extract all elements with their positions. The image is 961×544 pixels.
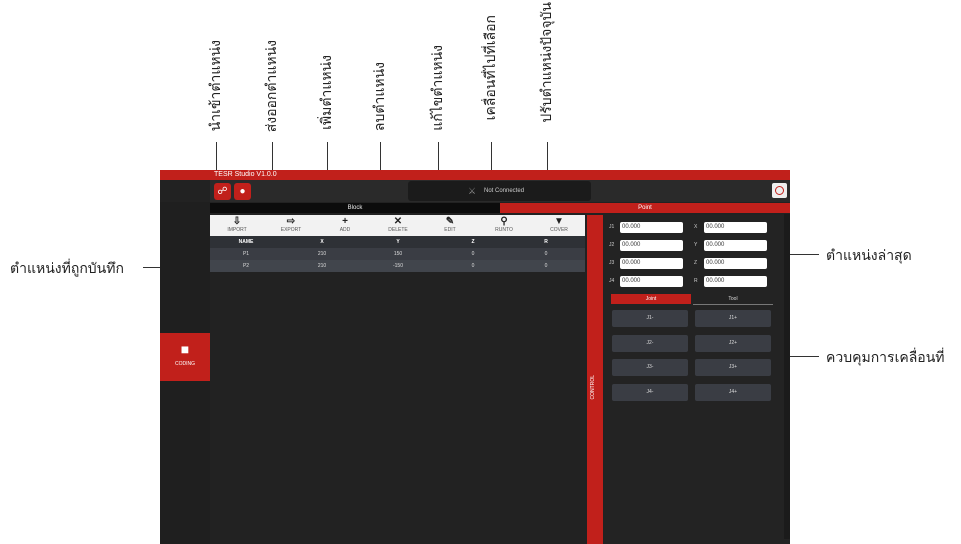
j3-plus-button[interactable]: J3+ (695, 359, 771, 376)
tab-tool[interactable]: Tool (693, 294, 773, 305)
runto-button[interactable]: ⚲ RUNTO (480, 216, 528, 233)
annotation-edit: แก้ไขตำแหน่ง (430, 45, 446, 131)
z-field[interactable]: 00.000 (704, 258, 767, 269)
table-cell: 150 (393, 251, 403, 257)
j2-minus-button[interactable]: J2- (612, 335, 688, 352)
table-cell: -150 (392, 263, 403, 269)
j4-label: J4 (609, 278, 615, 284)
j4-minus-button[interactable]: J4- (612, 384, 688, 401)
connection-status: ⚔ Not Connected (408, 181, 591, 201)
j1-minus-button[interactable]: J1- (612, 310, 688, 327)
j1-plus-button[interactable]: J1+ (695, 310, 771, 327)
j3-label: J3 (609, 260, 615, 266)
robot-arm-icon: ⚔ (468, 186, 477, 196)
app-window: TESR Studio V1.0.0 ☍ ● ⚔ Not Connected ■… (160, 170, 790, 544)
table-cell: P2 (242, 263, 250, 269)
r-label: R (694, 278, 698, 284)
control-sidebar: CONTROL (587, 215, 603, 544)
table-cell: 0 (471, 263, 475, 269)
pin-icon: ⚲ (500, 216, 508, 227)
action-bar: ⇩ IMPORT ⇨ EXPORT + ADD ✕ DELETE ✎ EDIT ⚲ RUNT… (210, 215, 585, 236)
scrollbar[interactable] (784, 214, 790, 539)
table-cell: 0 (544, 251, 548, 257)
point-header: Point (500, 203, 790, 213)
plus-icon: + (342, 216, 348, 227)
annotation-import: นำเข้าตำแหน่ง (208, 40, 224, 132)
bulb-button[interactable]: ● (234, 183, 251, 200)
j4-plus-button[interactable]: J4+ (695, 384, 771, 401)
close-icon: ✕ (393, 216, 403, 227)
annotation-export: ส่งออกตำแหน่ง (264, 40, 280, 133)
j2-field[interactable]: 00.000 (620, 240, 683, 251)
y-field[interactable]: 00.000 (704, 240, 767, 251)
annotation-cover: ปรับตำแหน่งปัจจุบัน (539, 2, 555, 123)
table-row[interactable]: P2 210 -150 0 0 (210, 260, 585, 272)
status-text: Not Connected (484, 188, 525, 194)
j1-field[interactable]: 00.000 (620, 222, 683, 233)
annotation-runto: เคลื่อนที่ไปที่เลือก (483, 15, 499, 121)
import-icon: ⇩ (232, 216, 242, 227)
coding-button[interactable]: ■ CODING (160, 333, 210, 381)
column-header: Y (396, 239, 400, 245)
tab-joint[interactable]: Joint (611, 294, 691, 304)
annotation-motion-control: ควบคุมการเคลื่อนที่ (826, 350, 945, 366)
x-label: X (694, 224, 698, 230)
j3-field[interactable]: 00.000 (620, 258, 683, 269)
app-title: TESR Studio V1.0.0 (214, 171, 277, 178)
y-label: Y (694, 242, 698, 248)
stop-icon (775, 186, 784, 195)
title-bar: TESR Studio V1.0.0 (160, 170, 790, 180)
table-cell: 0 (544, 263, 548, 269)
coding-label: CODING (175, 361, 195, 367)
add-button[interactable]: + ADD (321, 216, 369, 233)
r-field[interactable]: 00.000 (704, 276, 767, 287)
points-table: NAME X Y Z R P1 210 150 0 0 P2 210 -150 … (210, 236, 585, 272)
column-header: R (544, 239, 548, 245)
table-cell: 210 (317, 251, 327, 257)
j2-label: J2 (609, 242, 615, 248)
stop-button[interactable] (772, 183, 787, 198)
edit-icon: ✎ (445, 216, 455, 227)
control-panel: J1 00.000 X 00.000 J2 00.000 Y 00.000 J3… (604, 215, 790, 544)
edit-button[interactable]: ✎ EDIT (426, 216, 474, 233)
delete-button[interactable]: ✕ DELETE (374, 216, 422, 233)
j1-label: J1 (609, 224, 615, 230)
export-icon: ⇨ (286, 216, 296, 227)
j4-field[interactable]: 00.000 (620, 276, 683, 287)
lightbulb-icon: ● (239, 186, 246, 197)
column-header: Z (471, 239, 475, 245)
column-header: NAME (238, 239, 254, 245)
stamp-icon: ▼ (554, 216, 564, 227)
import-button[interactable]: ⇩ IMPORT (213, 216, 261, 233)
annotation-add: เพิ่มตำแหน่ง (319, 55, 335, 130)
annotation-latest-position: ตำแหน่งล่าสุด (826, 248, 912, 264)
j2-plus-button[interactable]: J2+ (695, 335, 771, 352)
block-header: Block (210, 203, 500, 213)
table-cell: P1 (242, 251, 250, 257)
link-icon: ☍ (217, 186, 228, 197)
connect-button[interactable]: ☍ (214, 183, 231, 200)
puzzle-icon: ■ (180, 341, 190, 357)
z-label: Z (694, 260, 698, 266)
column-header: X (320, 239, 324, 245)
j3-minus-button[interactable]: J3- (612, 359, 688, 376)
control-label: CONTROL (590, 375, 596, 400)
table-header-row: NAME X Y Z R (210, 236, 585, 248)
annotation-saved-positions: ตำแหน่งที่ถูกบันทึก (10, 261, 124, 277)
table-cell: 0 (471, 251, 475, 257)
annotation-delete: ลบตำแหน่ง (372, 62, 388, 132)
export-button[interactable]: ⇨ EXPORT (267, 216, 315, 233)
x-field[interactable]: 00.000 (704, 222, 767, 233)
table-row[interactable]: P1 210 150 0 0 (210, 248, 585, 260)
table-cell: 210 (317, 263, 327, 269)
cover-button[interactable]: ▼ COVER (535, 216, 583, 233)
